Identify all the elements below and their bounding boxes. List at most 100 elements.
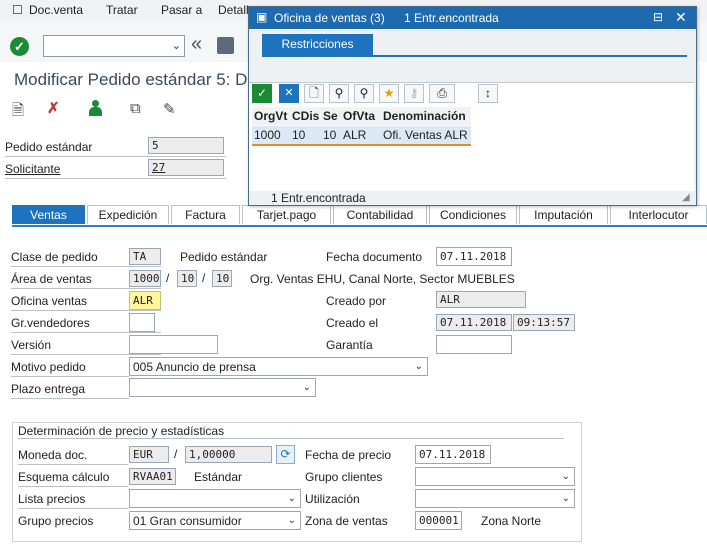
zona-label: Zona de ventas [305,514,388,528]
motivo-select[interactable]: 005 Anuncio de prensa ⌄ [129,357,428,376]
zona-desc: Zona Norte [481,514,542,528]
table-row[interactable]: 1000 10 10 ALR Ofi. Ventas ALR [252,126,471,146]
col-denominacion[interactable]: Denominación [383,109,466,123]
delete-check-icon[interactable]: ✗ [47,99,60,117]
person-icon[interactable] [89,100,102,116]
menu-doc-venta[interactable]: Doc.venta [29,3,83,17]
clase-value: TA [129,248,161,265]
version-field[interactable] [129,335,218,354]
grupo-precios-label: Grupo precios [18,514,94,528]
lista-select[interactable]: ⌄ [129,489,301,508]
resize-grip-icon[interactable]: ◢ [682,192,690,203]
chevron-down-icon[interactable]: ⌄ [288,493,296,504]
area-org: 1000 [129,270,161,287]
menu-pasar-a[interactable]: Pasar a [161,3,202,17]
clase-label: Clase de pedido [11,250,98,264]
divider [11,266,161,267]
chevron-down-icon[interactable]: ⌄ [288,515,296,526]
cell-orgvt: 1000 [254,128,281,142]
close-box-icon[interactable]: ✕ [279,84,299,103]
search-help-popup: ▣ Oficina de ventas (3) 1 Entr.encontrad… [248,6,697,206]
moneda-label: Moneda doc. [18,448,88,462]
popup-title: Oficina de ventas (3) [274,11,385,25]
creado-el-time: 09:13:57 [513,314,575,331]
chevron-down-icon[interactable]: ⌄ [303,382,311,393]
oficina-field[interactable]: ALR [129,291,161,310]
grupo-clientes-select[interactable]: ⌄ [415,467,575,486]
tab-expedicion[interactable]: Expedición [87,205,169,224]
tab-restricciones[interactable]: Restricciones [262,34,373,55]
fecha-doc-field[interactable]: 07.11.2018 [436,247,512,266]
plazo-select[interactable]: ⌄ [129,378,316,397]
refresh-icon[interactable]: ⟳ [276,445,295,464]
col-ofvta[interactable]: OfVta [343,109,375,123]
tab-contabilidad[interactable]: Contabilidad [333,205,427,224]
popup-titlebar[interactable]: ▣ Oficina de ventas (3) 1 Entr.encontrad… [249,7,696,29]
chevron-down-icon[interactable]: ⌄ [415,361,423,372]
garantia-field[interactable] [436,335,512,354]
area-desc: Org. Ventas EHU, Canal Norte, Sector MUE… [250,272,515,286]
divider [18,464,128,465]
key-icon[interactable]: ⚷ [404,84,424,103]
col-cdis[interactable]: CDis [292,109,319,123]
tab-underline [262,55,687,57]
enter-check-icon[interactable]: ✓ [252,84,272,103]
divider [11,310,161,311]
document-display-icon[interactable]: 🗎 [12,100,24,125]
save-icon[interactable] [217,37,234,54]
precio-group-title: Determinación de precio y estadísticas [18,424,225,438]
tab-interlocutor[interactable]: Interlocutor [610,205,707,224]
creado-por-value: ALR [436,291,526,308]
clase-desc: Pedido estándar [180,250,268,264]
restore-icon[interactable]: ⊟ [653,10,663,24]
utilizacion-select[interactable]: ⌄ [415,489,575,508]
grvend-label: Gr.vendedores [11,316,90,330]
close-icon[interactable]: ✕ [675,9,687,26]
moneda-value: EUR [129,446,169,463]
menu-icon[interactable]: ☐ [12,3,23,17]
col-se[interactable]: Se [323,109,338,123]
zona-field[interactable]: 000001 [415,511,462,530]
menu-tratar[interactable]: Tratar [106,3,138,17]
esquema-desc: Estándar [194,470,243,484]
grvend-field[interactable] [129,313,155,332]
col-orgvt[interactable]: OrgVt [254,109,287,123]
tab-factura[interactable]: Factura [171,205,240,224]
command-field[interactable]: ⌄ [43,35,185,57]
binoculars-icon[interactable]: ⚲ [329,84,349,103]
cell-cdis: 10 [292,128,306,142]
area-label: Área de ventas [11,272,92,286]
divider [11,376,129,377]
print-icon[interactable]: ⎙ [429,84,455,103]
double-chevron-left-icon[interactable]: « [191,33,202,56]
new-page-icon[interactable]: 🗋 [304,84,324,103]
grupo-precios-select[interactable]: 01 Gran consumidor ⌄ [129,511,301,530]
creado-por-label: Creado por [326,294,387,308]
moneda-rate: 1,00000 [185,446,272,463]
window-icon: ▣ [256,10,268,24]
tab-tarjet-pago[interactable]: Tarjet.pago [242,205,331,224]
solicitante-value[interactable]: 27 [148,159,224,176]
enter-check-icon[interactable]: ✓ [10,37,29,56]
plazo-label: Plazo entrega [11,382,86,396]
chevron-down-icon[interactable]: ⌄ [562,471,570,482]
favorite-add-icon[interactable]: ★ [379,84,399,103]
chevron-down-icon[interactable]: ⌄ [562,493,570,504]
chevron-down-icon[interactable]: ⌄ [172,39,181,52]
creado-el-label: Creado el [326,316,379,330]
tab-imputacion[interactable]: Imputación [519,205,608,224]
esquema-value: RVAA01 [129,468,176,485]
slash-sep: / [174,447,178,461]
copy-icon[interactable]: ⧉ [130,100,141,117]
cell-denominacion: Ofi. Ventas ALR [383,128,468,142]
edit-tool-icon[interactable]: ✎ [163,100,176,118]
solicitante-label[interactable]: Solicitante [5,162,60,176]
fecha-precio-field[interactable]: 07.11.2018 [415,445,491,464]
find-next-icon[interactable]: ⚲ [354,84,374,103]
area-canal: 10 [177,270,197,287]
fecha-doc-label: Fecha documento [326,250,423,264]
tab-ventas[interactable]: Ventas [12,205,85,224]
sort-icon[interactable]: ↕ [478,84,498,103]
tab-condiciones[interactable]: Condiciones [429,205,517,224]
oficina-label: Oficina ventas [11,294,88,308]
